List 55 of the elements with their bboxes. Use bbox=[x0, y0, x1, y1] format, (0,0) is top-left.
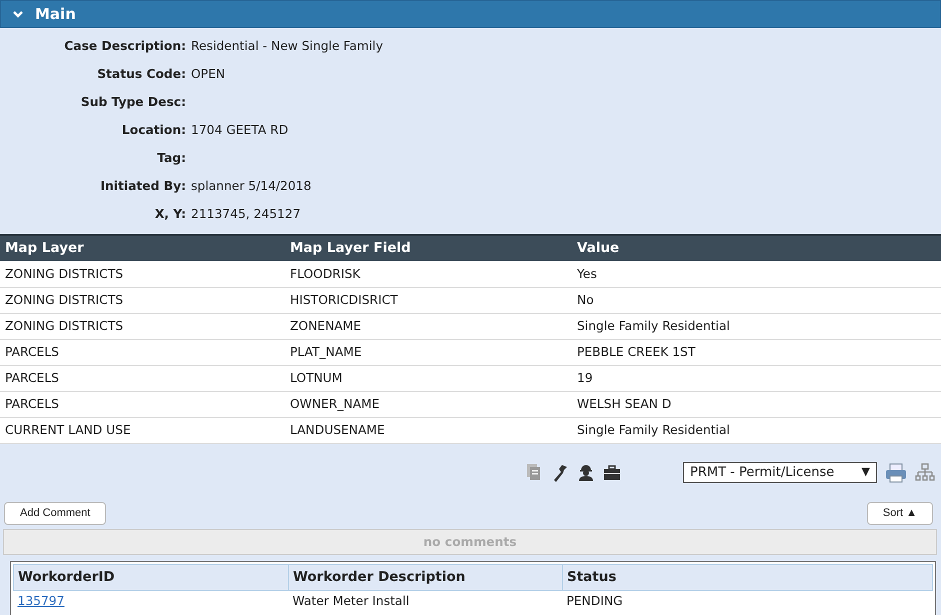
table-cell: No bbox=[572, 287, 941, 313]
column-header: Value bbox=[572, 235, 941, 261]
field-label: Case Description: bbox=[63, 38, 187, 55]
empty-comments-message: no comments bbox=[3, 528, 937, 554]
chevron-icon[interactable] bbox=[13, 10, 23, 18]
table-cell: ZONING DISTRICTS bbox=[0, 313, 285, 339]
table-cell: Yes bbox=[572, 261, 941, 287]
field-value: 2113745, 245127 bbox=[191, 206, 301, 223]
workorder-link[interactable]: 135797 bbox=[18, 594, 64, 608]
column-header: Map Layer bbox=[0, 235, 285, 261]
field-value: OPEN bbox=[191, 66, 226, 83]
field-value: 1704 GEETA RD bbox=[191, 122, 288, 139]
table-cell: ZONING DISTRICTS bbox=[0, 261, 285, 287]
field-label: Location: bbox=[120, 122, 187, 139]
field-value: splanner 5/14/2018 bbox=[191, 178, 312, 195]
table-cell: PENDING bbox=[562, 590, 932, 612]
table-cell: Water Meter Install bbox=[288, 590, 562, 612]
table-cell: PLAT_NAME bbox=[285, 339, 572, 365]
column-header: Status bbox=[562, 564, 932, 590]
field-label: Initiated By: bbox=[99, 178, 187, 195]
table-cell: ZONENAME bbox=[285, 313, 572, 339]
column-header: WorkorderID bbox=[14, 564, 288, 590]
hierarchy-icon[interactable] bbox=[915, 462, 935, 482]
section-title: Main bbox=[35, 4, 76, 25]
table-cell: PARCELS bbox=[0, 391, 285, 417]
wrench-icon[interactable] bbox=[551, 462, 569, 482]
table-cell: HISTORICDISRICT bbox=[285, 287, 572, 313]
table-cell: OWNER_NAME bbox=[285, 391, 572, 417]
column-header: Map Layer Field bbox=[285, 235, 572, 261]
section-header[interactable]: Main bbox=[0, 0, 941, 28]
add-comment-button[interactable]: Add Comment bbox=[4, 502, 106, 524]
field-label: X, Y: bbox=[154, 206, 187, 223]
table-cell: ZONING DISTRICTS bbox=[0, 287, 285, 313]
field-label: Tag: bbox=[156, 150, 187, 167]
table-cell: Single Family Residential bbox=[572, 417, 941, 443]
table-cell: LANDUSENAME bbox=[285, 417, 572, 443]
table-cell: LOTNUM bbox=[285, 365, 572, 391]
printer-icon[interactable] bbox=[885, 462, 907, 482]
column-header: Workorder Description bbox=[288, 564, 562, 590]
table-cell: PARCELS bbox=[0, 339, 285, 365]
field-value: Residential - New Single Family bbox=[191, 38, 384, 55]
table-cell: CURRENT LAND USE bbox=[0, 417, 285, 443]
table-cell: PEBBLE CREEK 1ST bbox=[572, 339, 941, 365]
sort-button[interactable]: Sort ▲ bbox=[866, 502, 933, 524]
field-label: Sub Type Desc: bbox=[80, 94, 187, 111]
copy-icon[interactable] bbox=[525, 462, 543, 482]
table-cell: 19 bbox=[572, 365, 941, 391]
table-cell: WELSH SEAN D bbox=[572, 391, 941, 417]
table-cell: FLOODRISK bbox=[285, 261, 572, 287]
type-dropdown[interactable]: PRMT - Permit/License ▼ bbox=[683, 462, 877, 483]
worker-icon[interactable] bbox=[577, 462, 595, 482]
briefcase-icon[interactable] bbox=[603, 462, 621, 482]
field-label: Status Code: bbox=[96, 66, 187, 83]
table-cell: PARCELS bbox=[0, 365, 285, 391]
table-cell: Single Family Residential bbox=[572, 313, 941, 339]
